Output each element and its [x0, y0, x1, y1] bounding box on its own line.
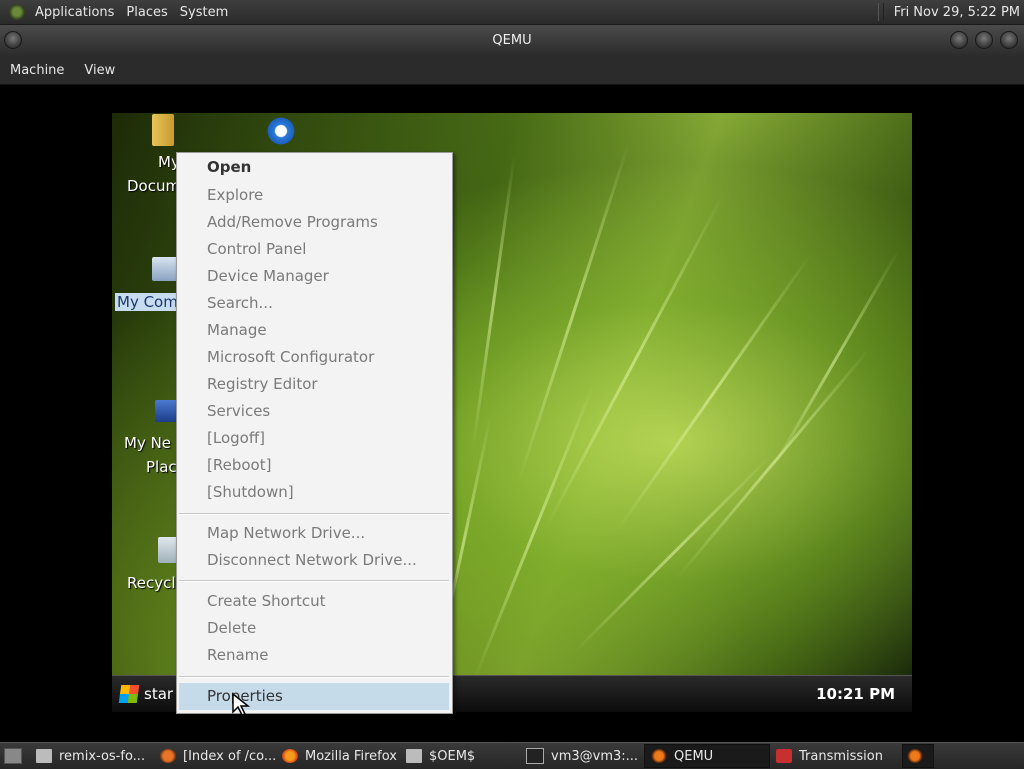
context-menu: Open Explore Add/Remove Programs Control…: [176, 152, 453, 714]
window-titlebar[interactable]: QEMU: [0, 25, 1024, 56]
start-label: star: [144, 685, 174, 703]
task-terminal[interactable]: vm3@vm3:...: [520, 745, 644, 767]
menu-separator: [179, 580, 449, 582]
menu-item-microsoft-configurator[interactable]: Microsoft Configurator: [207, 348, 374, 366]
menu-item-explore[interactable]: Explore: [207, 186, 263, 204]
task-label: $OEM$: [429, 748, 476, 764]
view-menu[interactable]: View: [84, 63, 115, 78]
task-label: QEMU: [674, 748, 714, 764]
menu-item-registry-editor[interactable]: Registry Editor: [207, 375, 318, 393]
wallpaper-grass: [614, 252, 813, 534]
places-menu[interactable]: Places: [126, 5, 167, 20]
menu-item-rename[interactable]: Rename: [207, 646, 269, 664]
task-transmission[interactable]: Transmission: [770, 745, 902, 767]
firefox-icon: [282, 749, 298, 763]
recycle-bin-label: Recycl: [127, 574, 176, 592]
menu-item-logoff[interactable]: [Logoff]: [207, 429, 265, 447]
windows-logo-icon: [118, 685, 140, 703]
wallpaper-grass: [573, 452, 774, 654]
applications-menu[interactable]: Applications: [35, 5, 114, 20]
menu-item-disconnect-network-drive[interactable]: Disconnect Network Drive...: [207, 551, 417, 569]
task-index-of[interactable]: [Index of /co...: [154, 745, 276, 767]
close-icon[interactable]: [1000, 31, 1018, 49]
task-qemu-small[interactable]: [902, 744, 934, 768]
window-title: QEMU: [492, 33, 532, 48]
distro-logo-icon[interactable]: [9, 4, 25, 20]
task-label: remix-os-fo...: [59, 748, 146, 764]
system-menu[interactable]: System: [180, 5, 228, 20]
minimize-icon[interactable]: [950, 31, 968, 49]
menu-item-reboot[interactable]: [Reboot]: [207, 456, 271, 474]
task-oem[interactable]: $OEM$: [400, 745, 520, 767]
my-network-label: My Ne: [124, 434, 172, 452]
task-mozilla-firefox[interactable]: Mozilla Firefox: [276, 745, 400, 767]
internet-explorer-icon: [265, 116, 297, 146]
menu-separator: [179, 513, 449, 515]
menu-item-manage[interactable]: Manage: [207, 321, 267, 339]
task-label: Mozilla Firefox: [305, 748, 397, 764]
qemu-icon: [651, 749, 667, 763]
menu-item-search[interactable]: Search...: [207, 294, 273, 312]
menu-item-open[interactable]: Open: [207, 158, 251, 176]
menu-item-shutdown[interactable]: [Shutdown]: [207, 483, 294, 501]
window-menu-icon[interactable]: [4, 31, 22, 49]
transmission-icon: [776, 749, 792, 763]
my-computer-label: My Com: [115, 293, 180, 311]
task-remix-os[interactable]: remix-os-fo...: [30, 745, 154, 767]
folder-icon: [152, 114, 174, 146]
menu-item-control-panel[interactable]: Control Panel: [207, 240, 306, 258]
task-label: [Index of /co...: [183, 748, 276, 764]
task-label: Transmission: [799, 748, 883, 764]
qemu-icon: [907, 749, 923, 763]
machine-menu[interactable]: Machine: [10, 63, 64, 78]
show-desktop-button[interactable]: [0, 745, 30, 767]
computer-icon: [152, 257, 178, 281]
menu-item-device-manager[interactable]: Device Manager: [207, 267, 329, 285]
show-desktop-icon: [4, 748, 22, 764]
my-network-label-2: Plac: [146, 458, 177, 476]
panel-clock[interactable]: Fri Nov 29, 5:22 PM: [894, 5, 1020, 20]
menu-item-services[interactable]: Services: [207, 402, 270, 420]
recycle-bin-icon: [158, 537, 178, 563]
top-panel: Applications Places System Fri Nov 29, 5…: [0, 0, 1024, 25]
menu-separator: [179, 676, 449, 678]
terminal-icon: [526, 748, 544, 764]
firefox-icon: [160, 749, 176, 763]
window-menubar: Machine View: [0, 56, 1024, 85]
guest-clock[interactable]: 10:21 PM: [816, 685, 895, 703]
mouse-cursor-icon: [232, 693, 251, 716]
folder-icon: [36, 749, 52, 763]
menu-item-add-remove-programs[interactable]: Add/Remove Programs: [207, 213, 378, 231]
my-documents-label-2: Docum: [127, 177, 181, 195]
folder-icon: [406, 749, 422, 763]
wallpaper-grass: [471, 154, 516, 452]
wallpaper-grass: [542, 194, 725, 532]
maximize-icon[interactable]: [975, 31, 993, 49]
menu-item-create-shortcut[interactable]: Create Shortcut: [207, 592, 326, 610]
task-qemu[interactable]: QEMU: [644, 744, 770, 768]
panel-separator: [877, 3, 884, 21]
menu-item-map-network-drive[interactable]: Map Network Drive...: [207, 524, 365, 542]
task-label: vm3@vm3:...: [551, 748, 639, 764]
start-button[interactable]: star: [118, 682, 174, 706]
bottom-panel: remix-os-fo... [Index of /co... Mozilla …: [0, 742, 1024, 769]
menu-item-delete[interactable]: Delete: [207, 619, 256, 637]
